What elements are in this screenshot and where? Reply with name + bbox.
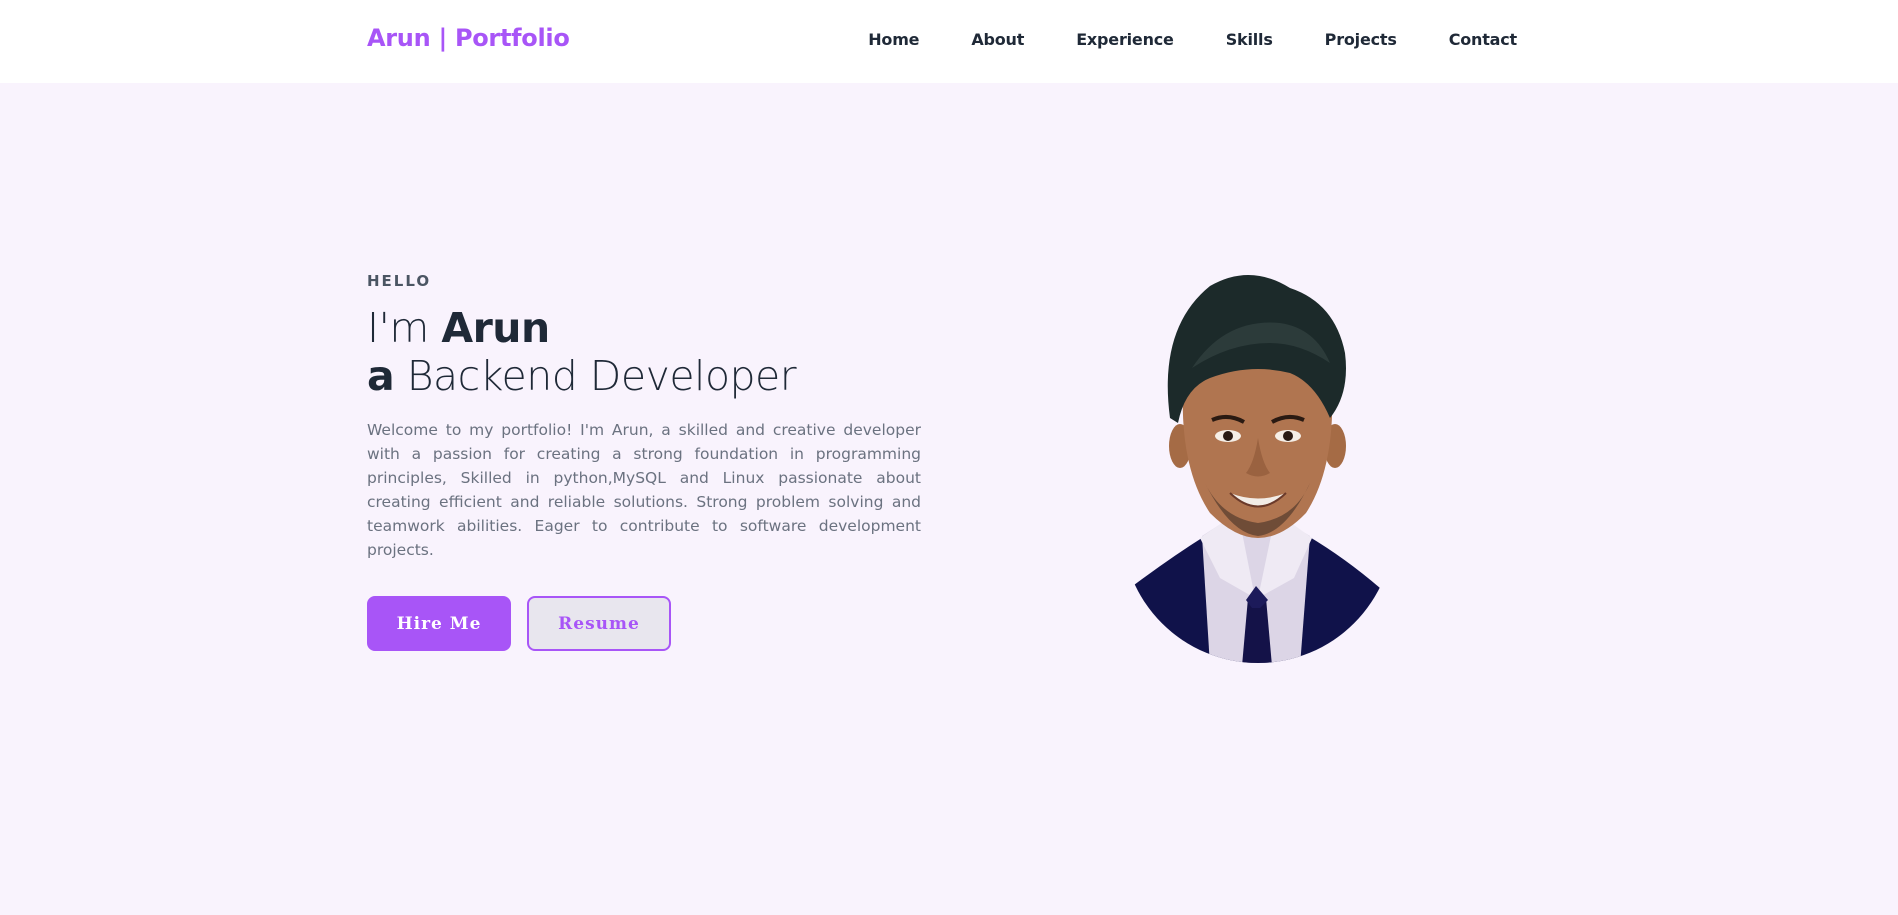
navbar: Arun | Portfolio Home About Experience S… [0, 0, 1898, 83]
nav-link-home[interactable]: Home [868, 30, 919, 49]
hero-title: I'm Arun a Backend Developer [367, 304, 921, 400]
hero-section: HELLO I'm Arun a Backend Developer Welco… [367, 272, 921, 651]
title-name: Arun [441, 304, 550, 352]
nav-links: Home About Experience Skills Projects Co… [868, 30, 1517, 49]
title-prefix: I'm [367, 304, 442, 352]
hero-greeting: HELLO [367, 272, 432, 290]
nav-link-projects[interactable]: Projects [1325, 30, 1397, 49]
resume-button[interactable]: Resume [527, 596, 671, 651]
nav-link-about[interactable]: About [971, 30, 1024, 49]
profile-photo [1130, 274, 1380, 663]
hero-intro: Welcome to my portfolio! I'm Arun, a ski… [367, 421, 921, 559]
nav-link-skills[interactable]: Skills [1226, 30, 1273, 49]
title-article: a [367, 352, 395, 400]
title-role: Backend Developer [394, 352, 797, 400]
hire-me-button[interactable]: Hire Me [367, 596, 511, 651]
nav-link-experience[interactable]: Experience [1076, 30, 1174, 49]
brand-logo[interactable]: Arun | Portfolio [367, 24, 570, 52]
nav-link-contact[interactable]: Contact [1449, 30, 1518, 49]
hero-buttons: Hire Me Resume [367, 596, 921, 651]
